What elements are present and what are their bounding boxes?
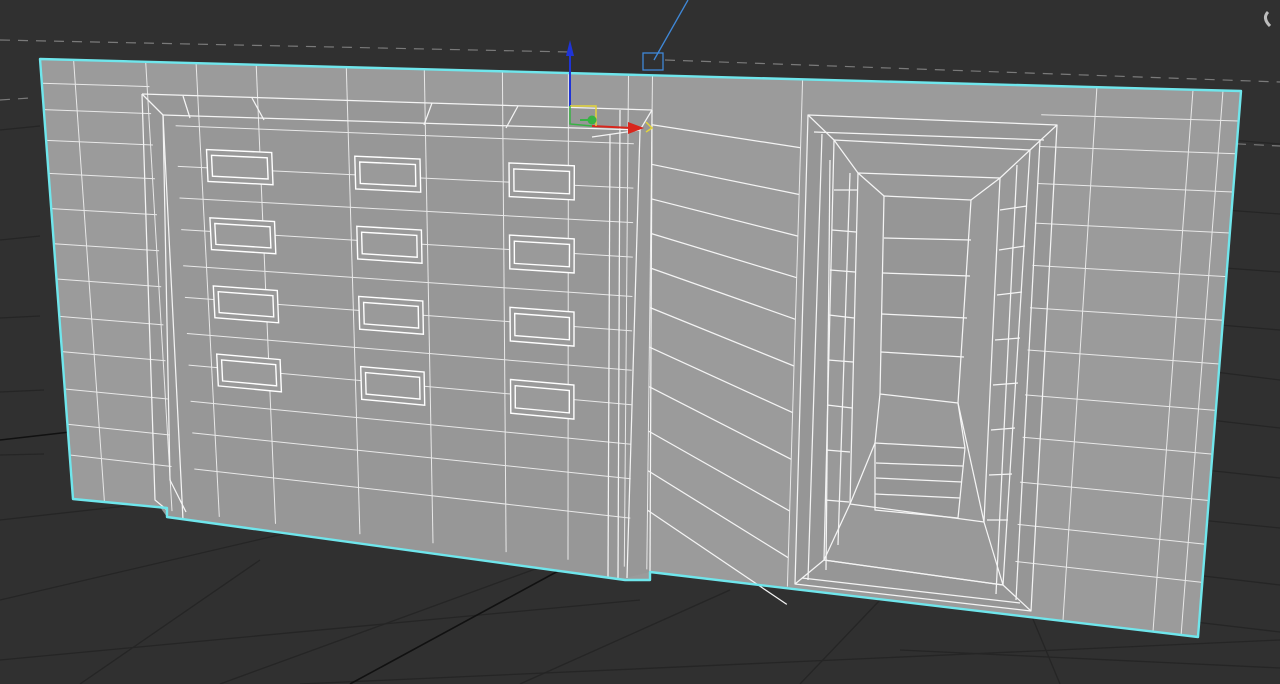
scene-canvas[interactable] — [0, 0, 1280, 684]
viewcube-ring-icon[interactable] — [1263, 10, 1272, 28]
door-niche-inner — [880, 196, 971, 403]
grid-line — [0, 125, 45, 456]
viewport-perspective[interactable] — [0, 0, 1280, 684]
horizon-dashed-line — [0, 97, 31, 101]
gizmo-z-arrow — [566, 40, 574, 56]
building-wall-mesh[interactable] — [38, 57, 1243, 639]
window-recess — [510, 307, 574, 347]
camera-target-icon[interactable] — [642, 52, 664, 71]
camera-line — [653, 0, 689, 61]
